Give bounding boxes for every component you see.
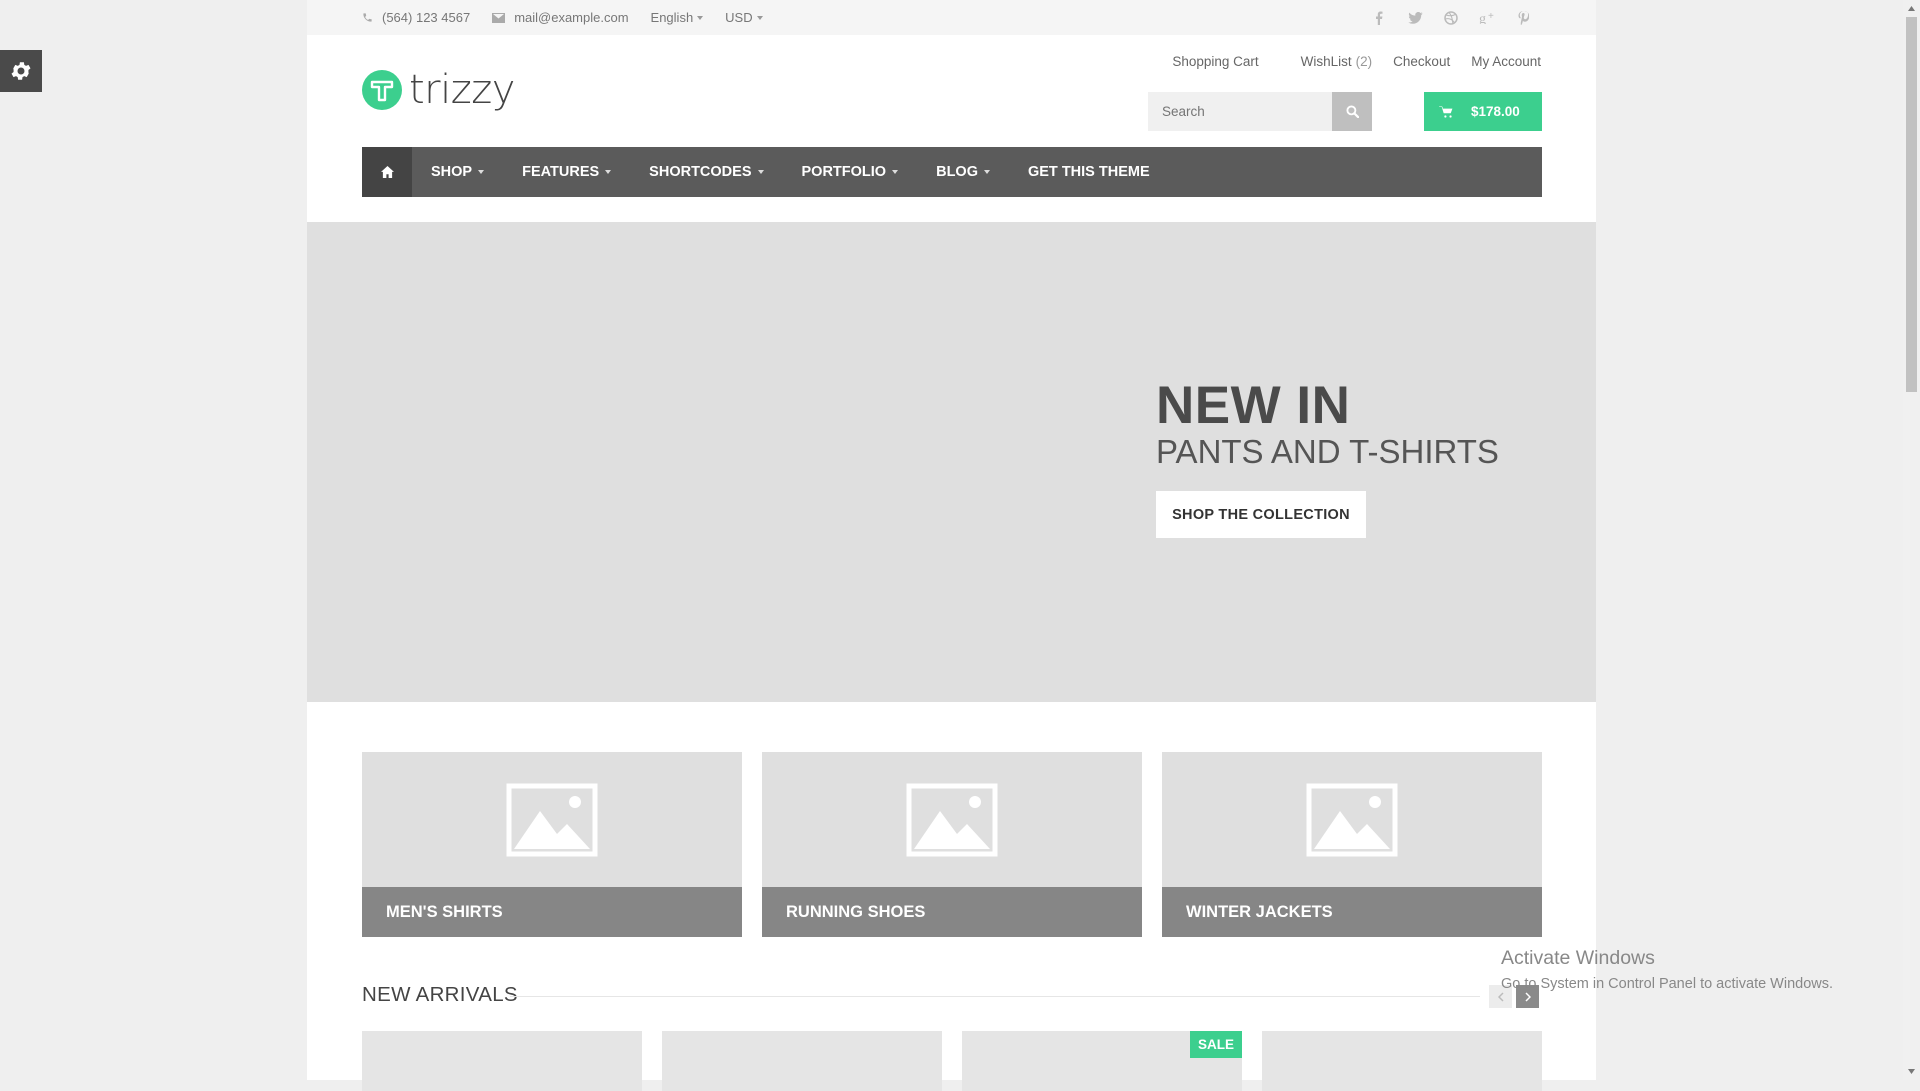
svg-text:+: + [1488, 11, 1494, 22]
hero-title: NEW IN [1156, 376, 1351, 435]
account-links: Shopping Cart WishList (2) Checkout My Ac… [1151, 54, 1541, 69]
sale-badge: SALE [1190, 1031, 1242, 1058]
facebook-icon[interactable] [1361, 11, 1397, 25]
category-card-winter-jackets[interactable]: WINTER JACKETS [1162, 752, 1542, 937]
vertical-scrollbar[interactable] [1903, 0, 1920, 1080]
email-address: mail@example.com [514, 10, 629, 25]
social-links: g + [1361, 0, 1541, 35]
category-label: RUNNING SHOES [762, 887, 1142, 937]
chevron-left-icon [1497, 991, 1504, 1002]
page-wrapper: (564) 123 4567 mail@example.com English … [307, 0, 1596, 1091]
arrow-up-icon [1908, 6, 1915, 11]
shop-collection-button[interactable]: SHOP THE COLLECTION [1156, 491, 1366, 538]
wishlist-count: (2) [1355, 54, 1373, 69]
pinterest-icon[interactable] [1505, 10, 1541, 25]
my-account-link[interactable]: My Account [1471, 54, 1541, 69]
chevron-down-icon [756, 15, 763, 20]
nav-item-label: FEATURES [522, 164, 600, 180]
search-button[interactable] [1332, 92, 1372, 131]
category-card-mens-shirts[interactable]: MEN'S SHIRTS [362, 752, 742, 937]
watermark-text: Go to System in Control Panel to activat… [1501, 976, 1834, 992]
nav-item-shop[interactable]: SHOP [412, 147, 503, 197]
hero-subtitle: PANTS AND T-SHIRTS [1156, 433, 1499, 470]
shopping-cart-link[interactable]: Shopping Cart [1172, 54, 1258, 69]
scrollbar-thumb[interactable] [1906, 17, 1917, 392]
product-card[interactable] [362, 1031, 642, 1091]
logo-mark-icon [362, 70, 402, 110]
phone-icon [363, 13, 372, 22]
category-label: WINTER JACKETS [1162, 887, 1542, 937]
watermark-title: Activate Windows [1501, 947, 1655, 969]
nav-item-label: SHOP [431, 164, 473, 180]
image-placeholder-icon [362, 752, 742, 887]
nav-item-get-theme[interactable]: GET THIS THEME [1009, 147, 1169, 197]
language-select[interactable]: English [651, 10, 704, 25]
category-label: MEN'S SHIRTS [362, 887, 742, 937]
nav-item-label: BLOG [936, 164, 978, 180]
currency-select[interactable]: USD [725, 10, 763, 25]
settings-button[interactable] [0, 50, 42, 92]
home-icon [380, 166, 394, 178]
wishlist-link[interactable]: WishList (2) [1280, 54, 1373, 69]
twitter-icon[interactable] [1397, 11, 1433, 24]
nav-item-label: GET THIS THEME [1027, 164, 1150, 180]
top-bar: (564) 123 4567 mail@example.com English … [307, 0, 1596, 35]
product-card[interactable]: SALE [962, 1031, 1242, 1091]
cart-icon [1439, 105, 1453, 118]
product-card[interactable] [1262, 1031, 1542, 1091]
nav-item-label: PORTFOLIO [801, 164, 887, 180]
google-plus-icon[interactable]: g + [1469, 11, 1505, 24]
product-card[interactable] [662, 1031, 942, 1091]
nav-home-button[interactable] [362, 147, 412, 197]
chevron-down-icon [983, 170, 990, 174]
category-card-running-shoes[interactable]: RUNNING SHOES [762, 752, 1142, 937]
arrow-down-icon [1908, 1069, 1915, 1074]
nav-item-portfolio[interactable]: PORTFOLIO [783, 147, 918, 197]
cart-total: $178.00 [1471, 104, 1520, 119]
language-value: English [650, 10, 694, 25]
nav-item-shortcodes[interactable]: SHORTCODES [630, 147, 782, 197]
logo-text: trizzy [409, 67, 515, 113]
hero-banner: NEW IN PANTS AND T-SHIRTS SHOP THE COLLE… [307, 222, 1596, 702]
nav-item-features[interactable]: FEATURES [503, 147, 630, 197]
search-icon [1345, 105, 1359, 118]
nav-item-blog[interactable]: BLOG [917, 147, 1009, 197]
chevron-down-icon [478, 170, 485, 174]
image-placeholder-icon [762, 752, 1142, 887]
image-placeholder-icon [1162, 752, 1542, 887]
search-input[interactable] [1148, 92, 1332, 131]
chevron-down-icon [697, 15, 704, 20]
chevron-right-icon [1524, 991, 1531, 1002]
phone-contact: (564) 123 4567 [362, 10, 470, 25]
main-nav: SHOP FEATURES SHORTCODES PORTFOLIO BLOG … [362, 147, 1542, 197]
cart-button[interactable]: $178.00 [1424, 92, 1542, 131]
gear-icon [11, 62, 31, 80]
dribbble-icon[interactable] [1433, 10, 1469, 25]
activate-windows-watermark: Activate Windows Go to System in Control… [1501, 947, 1833, 992]
envelope-icon [492, 12, 506, 23]
email-contact[interactable]: mail@example.com [492, 10, 629, 25]
site-logo[interactable]: trizzy [362, 70, 515, 110]
wishlist-label: WishList [1300, 54, 1352, 69]
checkout-link[interactable]: Checkout [1393, 54, 1450, 69]
svg-text:g: g [1479, 12, 1486, 24]
nav-item-label: SHORTCODES [649, 164, 752, 180]
chevron-down-icon [605, 170, 612, 174]
chevron-down-icon [757, 170, 764, 174]
scroll-up-button[interactable] [1903, 0, 1920, 17]
scroll-down-button[interactable] [1903, 1063, 1920, 1080]
section-divider [510, 996, 1480, 997]
phone-number: (564) 123 4567 [382, 10, 471, 25]
currency-value: USD [725, 10, 753, 25]
section-title-new-arrivals: NEW ARRIVALS [362, 983, 518, 1006]
chevron-down-icon [892, 170, 899, 174]
